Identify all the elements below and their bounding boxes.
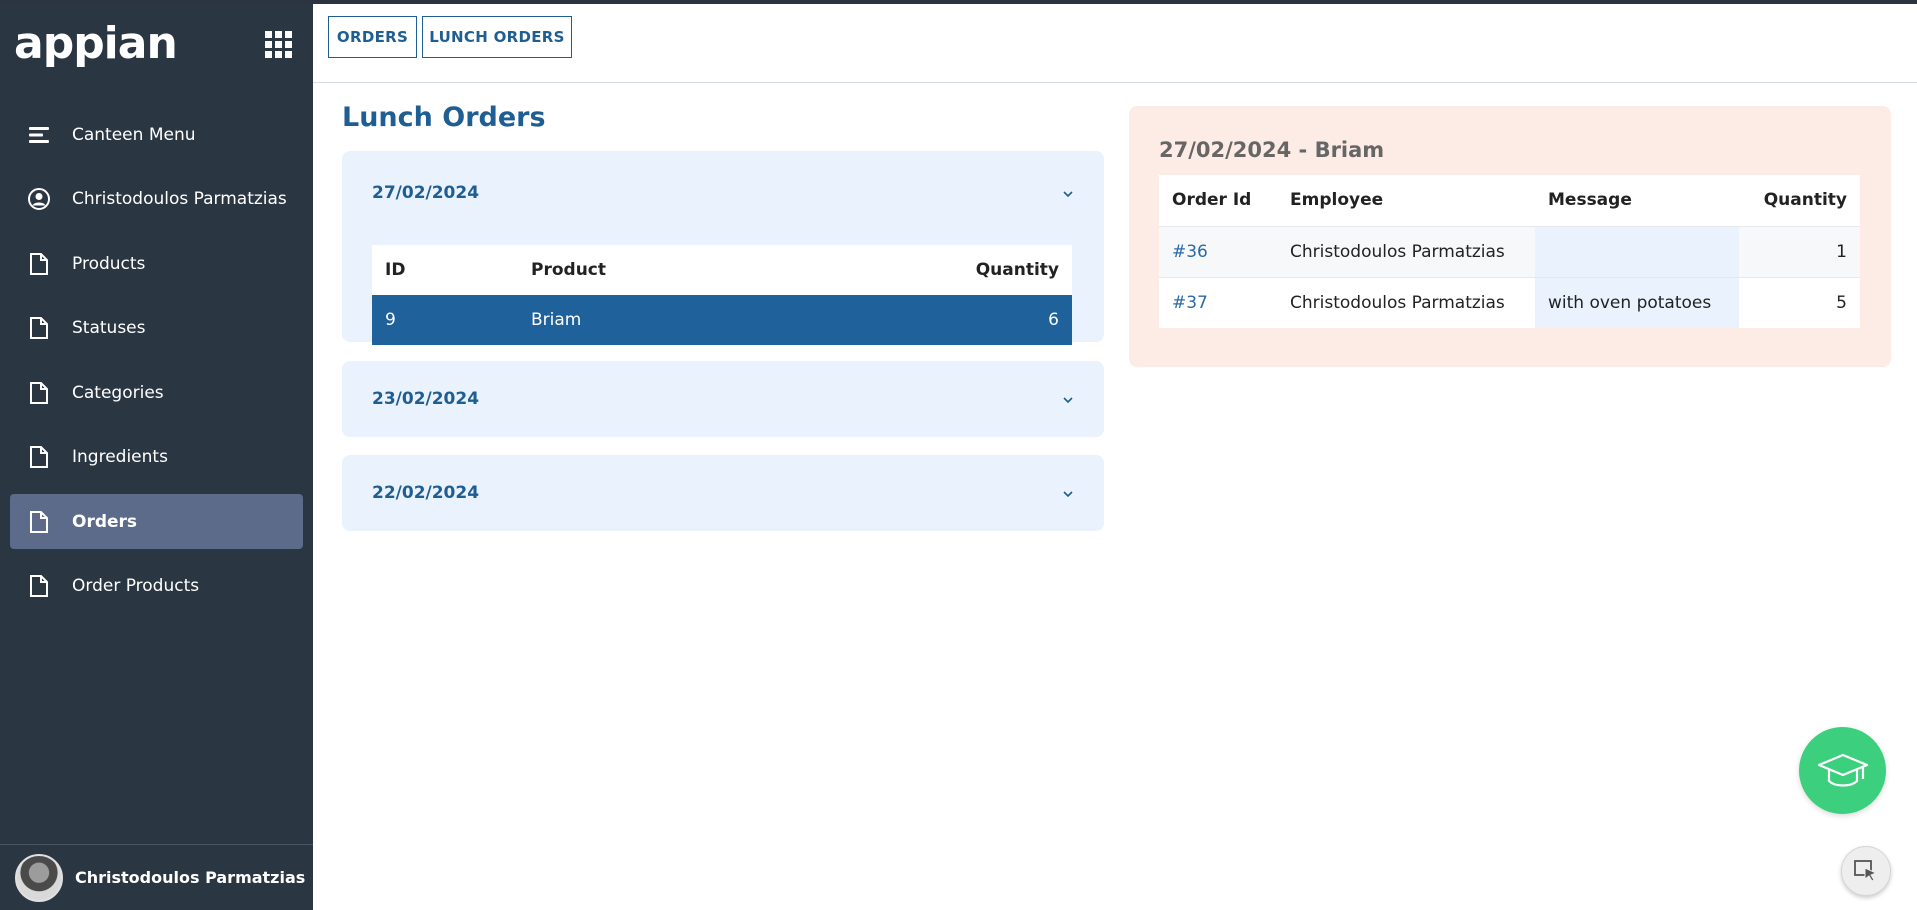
document-icon xyxy=(28,381,50,404)
column-header-product: Product xyxy=(531,260,606,280)
column-header-order-id: Order Id xyxy=(1172,190,1252,211)
select-cursor-button[interactable] xyxy=(1841,846,1891,896)
sidebar-item-label: Canteen Menu xyxy=(72,124,196,145)
accordion-date[interactable]: 27/02/2024 xyxy=(372,183,479,203)
accordion-group-collapsed[interactable]: 22/02/2024 xyxy=(342,455,1104,531)
tab-orders[interactable]: ORDERS xyxy=(328,16,417,58)
detail-title: 27/02/2024 - Briam xyxy=(1159,138,1385,162)
cell-product: Briam xyxy=(518,295,766,345)
sidebar-nav: Canteen Menu Christodoulos Parmatzias Pr… xyxy=(10,107,303,623)
graduation-cap-icon xyxy=(1817,753,1868,787)
page-title: Lunch Orders xyxy=(342,102,546,133)
document-icon xyxy=(28,446,50,468)
column-header-message: Message xyxy=(1548,190,1632,211)
sidebar-item-label: Ingredients xyxy=(72,447,168,467)
tab-lunch-orders[interactable]: LUNCH ORDERS xyxy=(422,16,572,58)
cell-quantity: 5 xyxy=(1739,276,1860,328)
sidebar-item-canteen-menu[interactable]: Canteen Menu xyxy=(10,107,303,162)
sidebar-item-statuses[interactable]: Statuses xyxy=(10,301,303,356)
sidebar: appian Canteen Menu Christodoulos Parmat… xyxy=(0,4,313,910)
sidebar-item-products[interactable]: Products xyxy=(10,236,303,291)
order-id-link[interactable]: #36 xyxy=(1159,225,1277,277)
accordion-group-collapsed[interactable]: 23/02/2024 xyxy=(342,361,1104,437)
app-grid-icon[interactable] xyxy=(265,31,293,59)
sidebar-item-ingredients[interactable]: Ingredients xyxy=(10,430,303,485)
user-circle-icon xyxy=(28,188,50,210)
avatar xyxy=(15,853,63,902)
table-row[interactable]: 9 Briam 6 xyxy=(372,295,1072,345)
appian-logo[interactable]: appian xyxy=(14,22,178,66)
cell-employee: Christodoulos Parmatzias xyxy=(1277,225,1535,277)
table-row[interactable]: #36 Christodoulos Parmatzias 1 xyxy=(1159,225,1860,277)
column-header-id: ID xyxy=(385,260,406,280)
menu-lines-icon xyxy=(28,124,50,146)
user-profile[interactable]: Christodoulos Parmatzias xyxy=(0,844,313,910)
document-icon xyxy=(28,252,50,275)
order-id-link[interactable]: #37 xyxy=(1159,276,1277,328)
accordion-date: 22/02/2024 xyxy=(372,483,480,503)
sidebar-item-label: Categories xyxy=(72,382,164,403)
orders-table: Order Id Employee Message Quantity #36 C… xyxy=(1159,175,1860,328)
accordion-group-expanded: 27/02/2024 ID Product Quantity 9 Briam 6 xyxy=(342,151,1104,345)
chevron-down-icon[interactable] xyxy=(1062,488,1074,500)
sidebar-item-user[interactable]: Christodoulos Parmatzias xyxy=(10,172,303,227)
sidebar-item-label: Products xyxy=(72,253,146,274)
column-header-quantity: Quantity xyxy=(1763,190,1847,211)
table-header-row: ID Product Quantity xyxy=(372,245,1072,295)
sidebar-item-label: Christodoulos Parmatzias xyxy=(72,189,287,209)
cell-quantity: 1 xyxy=(1739,225,1860,277)
accordion-date: 23/02/2024 xyxy=(372,389,480,409)
chevron-down-icon[interactable] xyxy=(1062,394,1074,406)
cell-message: with oven potatoes xyxy=(1535,276,1739,328)
table-row[interactable]: #37 Christodoulos Parmatzias with oven p… xyxy=(1159,276,1860,328)
document-icon xyxy=(28,575,50,597)
sidebar-item-order-products[interactable]: Order Products xyxy=(10,559,303,614)
sidebar-item-label: Statuses xyxy=(72,318,146,338)
sidebar-item-orders[interactable]: Orders xyxy=(10,494,303,549)
sidebar-item-label: Order Products xyxy=(72,576,200,596)
cell-message xyxy=(1535,225,1739,277)
cell-id: 9 xyxy=(372,295,518,345)
order-detail-panel: 27/02/2024 - Briam Order Id Employee Mes… xyxy=(1129,106,1891,367)
cell-employee: Christodoulos Parmatzias xyxy=(1277,276,1535,328)
cell-quantity: 6 xyxy=(765,295,1072,345)
user-name: Christodoulos Parmatzias xyxy=(75,868,306,887)
products-table: ID Product Quantity 9 Briam 6 xyxy=(372,245,1072,345)
chevron-down-icon[interactable] xyxy=(1062,188,1074,200)
learning-center-button[interactable] xyxy=(1799,727,1886,814)
column-header-quantity: Quantity xyxy=(975,260,1059,280)
column-header-employee: Employee xyxy=(1290,190,1384,211)
top-header: ORDERS LUNCH ORDERS xyxy=(313,4,1917,83)
table-header-row: Order Id Employee Message Quantity xyxy=(1159,175,1860,226)
sidebar-item-label: Orders xyxy=(72,511,138,532)
document-icon xyxy=(28,510,50,533)
sidebar-item-categories[interactable]: Categories xyxy=(10,365,303,420)
cursor-select-icon xyxy=(1854,860,1878,882)
document-icon xyxy=(28,317,50,339)
